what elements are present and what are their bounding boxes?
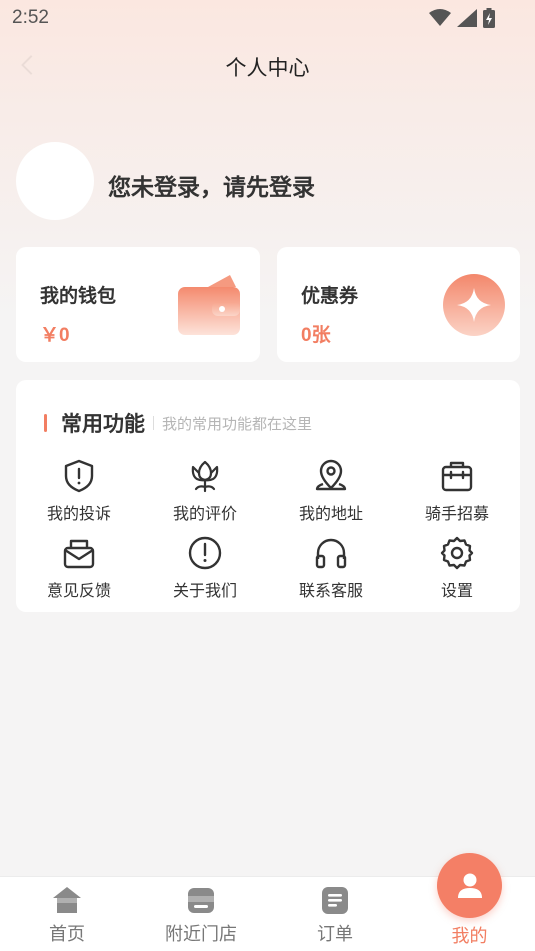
function-label: 我的投诉	[46, 506, 111, 523]
function-reviews[interactable]: 我的评价	[142, 458, 268, 535]
battery-icon	[483, 8, 495, 28]
tab-label: 首页	[49, 924, 85, 944]
section-subtitle: 我的常用功能都在这里	[162, 415, 313, 433]
function-customer-service[interactable]: 联系客服	[268, 535, 394, 612]
signal-icon	[457, 9, 477, 27]
toolbox-icon	[441, 461, 473, 492]
location-pin-icon	[315, 459, 347, 491]
coupon-count: 0张	[301, 325, 331, 346]
page-title: 个人中心	[225, 57, 310, 80]
user-icon	[457, 873, 482, 898]
mail-box-icon	[63, 539, 95, 569]
function-label: 意见反馈	[46, 583, 111, 600]
home-icon	[53, 887, 81, 913]
section-accent-bar	[44, 414, 47, 432]
avatar[interactable]	[16, 142, 94, 220]
function-feedback[interactable]: 意见反馈	[16, 535, 142, 612]
flower-icon	[191, 460, 219, 493]
wallet-icon	[178, 275, 240, 335]
common-functions-header: 常用功能 我的常用功能都在这里	[44, 408, 312, 438]
function-rider-recruit[interactable]: 骑手招募	[394, 458, 520, 535]
function-label: 骑手招募	[424, 506, 489, 523]
tab-orders[interactable]: 订单	[268, 877, 402, 951]
wallet-card[interactable]: 我的钱包 ￥0	[16, 247, 260, 362]
function-settings[interactable]: 设置	[394, 535, 520, 612]
tab-home[interactable]: 首页	[0, 877, 134, 951]
coupon-icon	[443, 274, 505, 336]
function-label: 设置	[440, 583, 473, 600]
tab-label: 附近门店	[165, 924, 237, 944]
wallet-balance: ￥0	[40, 325, 70, 346]
function-label: 我的地址	[298, 506, 363, 523]
order-icon	[322, 887, 348, 914]
tab-nearby-stores[interactable]: 附近门店	[134, 877, 268, 951]
function-label: 关于我们	[172, 583, 237, 600]
status-time: 2:52	[12, 7, 49, 28]
coupon-title: 优惠券	[301, 286, 359, 307]
gear-icon	[440, 536, 474, 570]
shield-alert-icon	[64, 459, 94, 493]
function-about-us[interactable]: 关于我们	[142, 535, 268, 612]
status-bar: 2:52	[0, 0, 535, 36]
function-grid: 我的投诉 我的评价 我的地址 骑手招募 意见反馈 关于我们 联系客服 设置	[16, 458, 520, 612]
coupon-card[interactable]: 优惠券 0张	[277, 247, 520, 362]
function-address[interactable]: 我的地址	[268, 458, 394, 535]
divider	[153, 416, 154, 430]
common-functions-card: 常用功能 我的常用功能都在这里 我的投诉 我的评价 我的地址 骑手招募 意见反馈…	[16, 380, 520, 612]
info-alert-icon	[188, 536, 222, 570]
function-complaints[interactable]: 我的投诉	[16, 458, 142, 535]
headphones-icon	[315, 538, 347, 569]
wallet-title: 我的钱包	[40, 286, 117, 307]
function-label: 我的评价	[172, 506, 237, 523]
wifi-icon	[429, 9, 451, 26]
tab-mine[interactable]	[437, 853, 502, 918]
tab-label: 订单	[317, 924, 353, 944]
section-title: 常用功能	[61, 413, 145, 436]
status-icons	[429, 8, 495, 28]
function-label: 联系客服	[298, 583, 363, 600]
tab-label-mine[interactable]: 我的	[437, 922, 502, 948]
store-icon	[188, 888, 214, 913]
login-prompt[interactable]: 您未登录，请先登录	[108, 168, 315, 202]
